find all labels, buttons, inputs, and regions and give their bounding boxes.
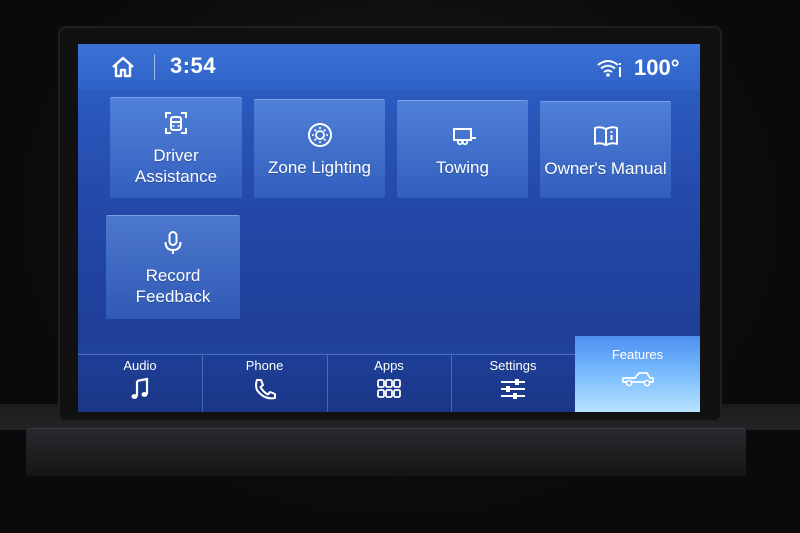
status-divider: [154, 54, 155, 80]
status-bar: 3:54 100°: [78, 44, 700, 90]
infotainment-screen: 3:54 100° Driver Assistance Zone Lightin…: [78, 44, 700, 412]
tile-owners-manual[interactable]: Owner's Manual: [540, 101, 671, 198]
zone-lighting-icon: [307, 122, 332, 147]
apps-grid-icon: [377, 379, 401, 398]
nav-phone[interactable]: Phone: [202, 355, 328, 412]
home-icon: [112, 56, 134, 78]
nav-label: Audio: [123, 358, 157, 373]
tile-label: Record Feedback: [135, 265, 211, 306]
nav-settings[interactable]: Settings: [451, 355, 575, 412]
manual-book-icon: [593, 125, 618, 146]
microphone-icon: [164, 230, 182, 254]
tile-label: Towing: [436, 158, 489, 177]
tile-record-feedback[interactable]: Record Feedback: [106, 215, 240, 319]
tile-label: Owner's Manual: [544, 158, 667, 178]
nav-label: Phone: [245, 358, 284, 373]
outside-temperature: 100°: [634, 55, 680, 80]
nav-apps[interactable]: Apps: [327, 355, 452, 412]
nav-label: Settings: [489, 358, 537, 373]
nav-label: Features: [611, 347, 664, 362]
music-note-icon: [131, 377, 149, 399]
tile-towing[interactable]: Towing: [397, 100, 528, 198]
tile-zone-lighting[interactable]: Zone Lighting: [254, 99, 385, 198]
phone-icon: [254, 379, 276, 400]
nav-audio[interactable]: Audio: [78, 355, 203, 412]
driver-assist-icon: [165, 112, 187, 134]
clock: 3:54: [170, 53, 217, 78]
tile-label: Zone Lighting: [267, 157, 372, 177]
tile-driver-assistance[interactable]: Driver Assistance: [110, 97, 242, 198]
trailer-icon: [452, 128, 476, 146]
console-shelf: [26, 428, 746, 476]
nav-features[interactable]: Features: [575, 336, 700, 412]
tile-label: Driver Assistance: [134, 146, 218, 186]
home-button[interactable]: [108, 53, 138, 81]
wifi-icon: [597, 60, 621, 77]
nav-label: Apps: [374, 358, 404, 373]
truck-icon: [621, 372, 654, 387]
sliders-icon: [501, 379, 525, 399]
